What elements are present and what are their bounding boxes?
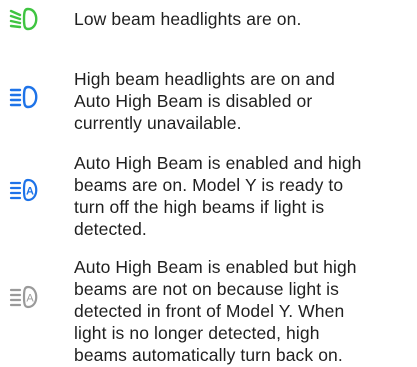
description-line: detected. <box>74 219 147 239</box>
description-line: beams automatically turn back on. <box>74 345 343 365</box>
auto-high-beam-standby-icon: A <box>9 285 38 309</box>
legend-description: Low beam headlights are on. <box>74 8 412 30</box>
description-line: light is no longer detected, high <box>74 323 320 343</box>
low-beam-headlight-icon <box>9 7 38 31</box>
description-line: detected in front of Model Y. When <box>74 301 345 321</box>
high-beam-headlight-icon <box>9 85 38 109</box>
description-line: Auto High Beam is enabled and high <box>74 153 362 173</box>
description-line: Auto High Beam is enabled but high <box>74 257 357 277</box>
legend-description: Auto High Beam is enabled and high beams… <box>74 152 412 240</box>
legend-description: High beam headlights are on and Auto Hig… <box>74 68 412 134</box>
legend-description: Auto High Beam is enabled but high beams… <box>74 256 412 366</box>
description-line: Low beam headlights are on. <box>74 9 302 29</box>
description-line: beams are not on because light is <box>74 279 339 299</box>
description-line: turn off the high beams if light is <box>74 197 325 217</box>
svg-text:A: A <box>26 293 34 305</box>
description-line: currently unavailable. <box>74 113 242 133</box>
headlight-indicator-legend: Low beam headlights are on. High beam he… <box>0 0 417 367</box>
description-line: Auto High Beam is disabled or <box>74 91 313 111</box>
description-line: High beam headlights are on and <box>74 69 335 89</box>
description-line: beams are on. Model Y is ready to <box>74 175 344 195</box>
svg-text:A: A <box>26 186 34 198</box>
auto-high-beam-active-icon: A <box>9 178 38 202</box>
